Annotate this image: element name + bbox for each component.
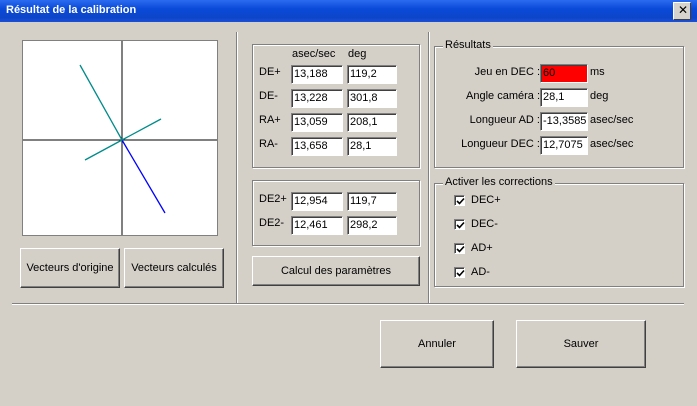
jeu-unit: ms: [590, 66, 605, 78]
de-plus-deg-field[interactable]: 119,2: [347, 65, 397, 84]
ra-minus-asec-field[interactable]: 13,658: [291, 137, 343, 156]
vector-plot-svg: [23, 41, 217, 235]
separator-right: [428, 32, 430, 304]
check-icon: [456, 245, 465, 253]
angle-unit: deg: [590, 90, 609, 102]
row-label-de2-minus: DE2-: [259, 217, 285, 229]
vecteurs-origine-button[interactable]: Vecteurs d'origine: [20, 248, 120, 288]
dialog-body: Vecteurs d'origine Vecteurs calculés ase…: [2, 22, 695, 404]
vector-plot: [22, 40, 218, 236]
window-title: Résultat de la calibration: [6, 4, 137, 16]
de-minus-asec-field[interactable]: 13,228: [291, 89, 343, 108]
annuler-button[interactable]: Annuler: [380, 320, 494, 368]
check-icon: [456, 197, 465, 205]
check-icon: [456, 221, 465, 229]
angle-label: Angle caméra :: [466, 90, 540, 102]
longdec-field[interactable]: 12,7075: [540, 136, 588, 155]
jeu-field[interactable]: 60: [540, 64, 588, 83]
ra-plus-asec-field[interactable]: 13,059: [291, 113, 343, 132]
ad-minus-checkbox[interactable]: [454, 267, 465, 278]
longdec-unit: asec/sec: [590, 138, 634, 150]
de2-minus-asec-field[interactable]: 12,461: [291, 216, 343, 235]
longdec-label: Longueur DEC :: [461, 138, 540, 150]
de2-plus-deg-field[interactable]: 119,7: [347, 192, 397, 211]
dec-plus-label[interactable]: DEC+: [471, 194, 501, 206]
row-label-de-plus: DE+: [259, 66, 281, 78]
vector-ra-plus: [84, 139, 123, 161]
measures2-group: [252, 180, 420, 246]
longad-field[interactable]: -13,3585: [540, 112, 588, 131]
row-label-de2-plus: DE2+: [259, 193, 287, 205]
ra-plus-deg-field[interactable]: 208,1: [347, 113, 397, 132]
row-label-ra-plus: RA+: [259, 114, 281, 126]
sauver-button[interactable]: Sauver: [516, 320, 646, 368]
dec-plus-checkbox[interactable]: [454, 195, 465, 206]
separator-left: [236, 32, 238, 304]
longad-label: Longueur AD :: [469, 114, 540, 126]
ad-plus-checkbox[interactable]: [454, 243, 465, 254]
ad-plus-label[interactable]: AD+: [471, 242, 493, 254]
de2-minus-deg-field[interactable]: 298,2: [347, 216, 397, 235]
row-label-de-minus: DE-: [259, 90, 278, 102]
vecteurs-calcules-button[interactable]: Vecteurs calculés: [124, 248, 224, 288]
jeu-label: Jeu en DEC :: [474, 66, 540, 78]
vector-de-plus: [79, 64, 123, 141]
de2-plus-asec-field[interactable]: 12,954: [291, 192, 343, 211]
vector-de-minus: [121, 139, 166, 214]
corrections-legend: Activer les corrections: [443, 176, 555, 188]
separator-bottom: [12, 303, 684, 305]
ra-minus-deg-field[interactable]: 28,1: [347, 137, 397, 156]
longad-unit: asec/sec: [590, 114, 634, 126]
vector-ra-minus: [121, 118, 162, 141]
ad-minus-label[interactable]: AD-: [471, 266, 490, 278]
close-icon: ✕: [678, 3, 689, 17]
angle-field[interactable]: 28,1: [540, 88, 588, 107]
calcul-parametres-button[interactable]: Calcul des paramètres: [252, 256, 420, 286]
check-icon: [456, 269, 465, 277]
row-label-ra-minus: RA-: [259, 138, 278, 150]
col-asec-header: asec/sec: [292, 48, 336, 60]
calibration-window: Résultat de la calibration ✕ Vecteurs d'…: [0, 0, 697, 406]
de-minus-deg-field[interactable]: 301,8: [347, 89, 397, 108]
results-legend: Résultats: [443, 39, 493, 51]
title-bar[interactable]: Résultat de la calibration ✕: [0, 0, 697, 22]
dec-minus-label[interactable]: DEC-: [471, 218, 498, 230]
dec-minus-checkbox[interactable]: [454, 219, 465, 230]
close-button[interactable]: ✕: [673, 2, 691, 20]
de-plus-asec-field[interactable]: 13,188: [291, 65, 343, 84]
col-deg-header: deg: [348, 48, 367, 60]
